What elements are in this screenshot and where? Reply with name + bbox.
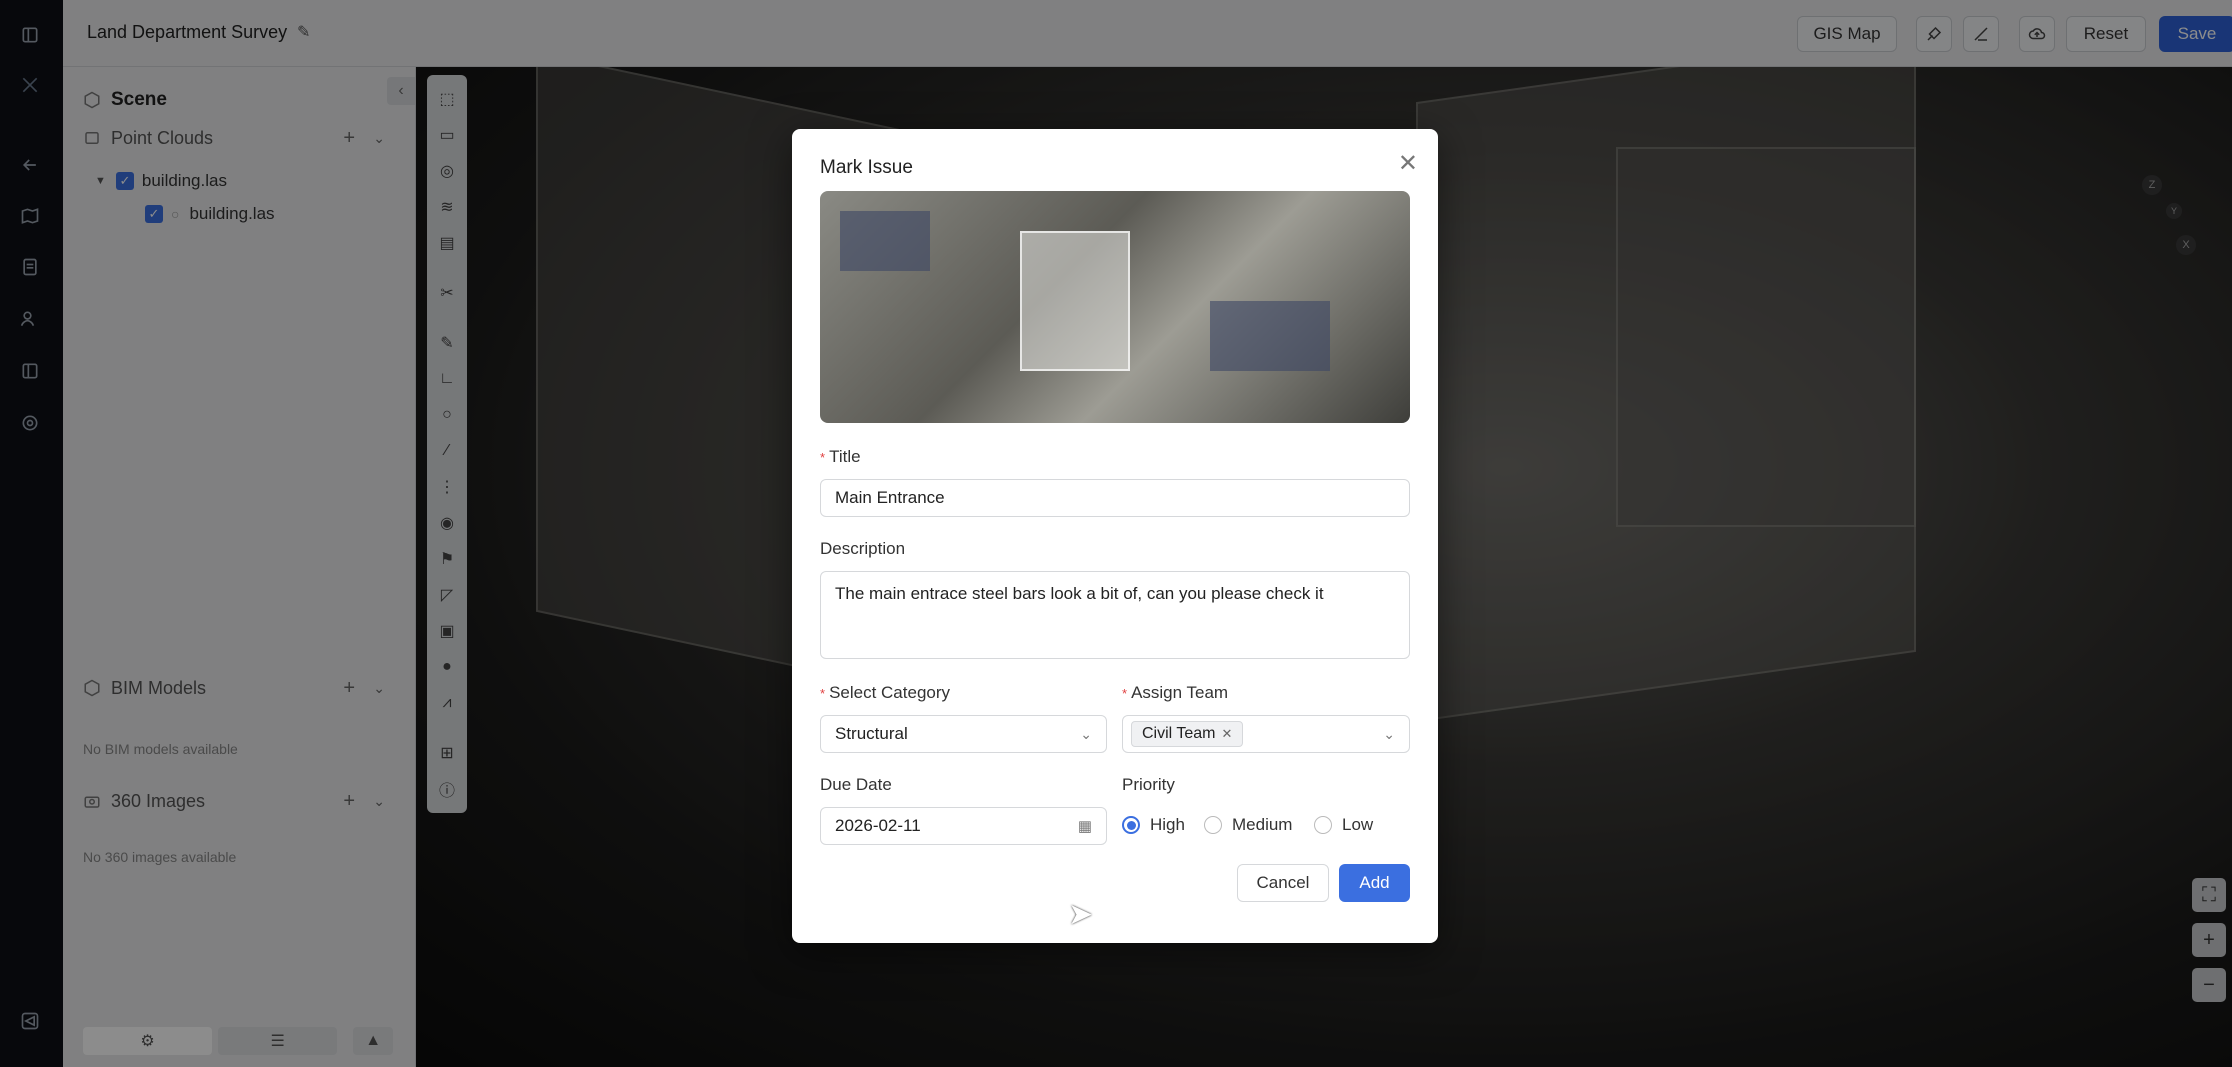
- team-tag-label: Civil Team: [1142, 725, 1216, 742]
- priority-medium-radio[interactable]: Medium: [1204, 815, 1292, 835]
- due-date-input[interactable]: 2026-02-11 ▦: [820, 807, 1107, 845]
- cancel-button[interactable]: Cancel: [1237, 864, 1329, 902]
- issue-snapshot-image: [820, 191, 1410, 423]
- team-label: * Assign Team: [1122, 683, 1229, 702]
- category-select[interactable]: Structural ⌄: [820, 715, 1107, 753]
- close-icon[interactable]: ✕: [1398, 149, 1418, 178]
- mouse-cursor-icon: ➤: [1068, 898, 1094, 931]
- mark-issue-dialog: Mark Issue ✕ * Title Main Entrance Descri…: [792, 129, 1438, 943]
- radio-empty-icon: [1314, 816, 1332, 834]
- team-select[interactable]: Civil Team ✕ ⌄: [1122, 715, 1410, 753]
- radio-empty-icon: [1204, 816, 1222, 834]
- priority-high-radio[interactable]: High: [1122, 815, 1185, 835]
- team-tag: Civil Team ✕: [1131, 721, 1244, 747]
- dialog-title: Mark Issue: [820, 157, 913, 178]
- category-label: * Select Category: [820, 683, 951, 702]
- priority-low-radio[interactable]: Low: [1314, 815, 1373, 835]
- priority-label: Priority: [1122, 775, 1175, 794]
- due-date-label: Due Date: [820, 775, 892, 794]
- description-textarea[interactable]: The main entrace steel bars look a bit o…: [820, 571, 1410, 659]
- chevron-down-icon: ⌄: [1383, 725, 1395, 742]
- title-label: * Title: [820, 447, 861, 466]
- radio-selected-icon: [1122, 816, 1140, 834]
- title-input[interactable]: Main Entrance: [820, 479, 1410, 517]
- remove-tag-icon[interactable]: ✕: [1222, 726, 1233, 742]
- calendar-icon[interactable]: ▦: [1078, 817, 1092, 835]
- chevron-down-icon: ⌄: [1080, 725, 1092, 742]
- due-date-value: 2026-02-11: [835, 816, 921, 835]
- add-button[interactable]: Add: [1339, 864, 1410, 902]
- description-label: Description: [820, 539, 906, 558]
- category-value: Structural: [835, 724, 908, 743]
